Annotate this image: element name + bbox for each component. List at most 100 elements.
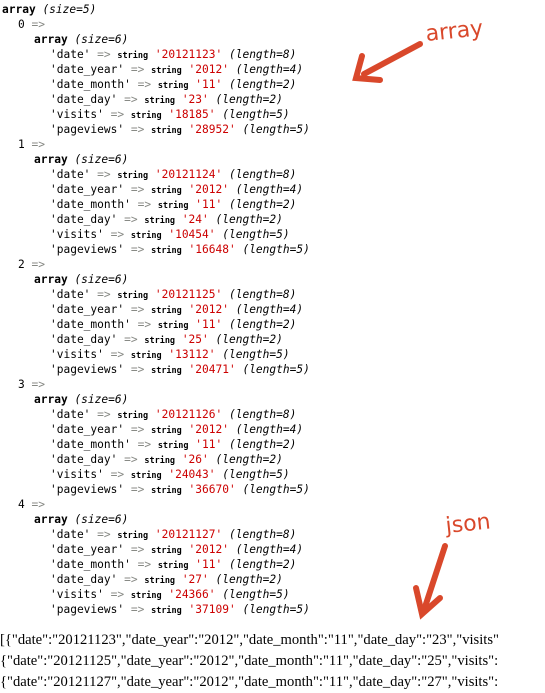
field-line: 'pageviews' => string '20471' (length=5) — [2, 362, 310, 377]
field-length: (length=8) — [228, 288, 297, 301]
field-value: '13112' — [168, 348, 216, 361]
array-size: (size=5) — [42, 3, 97, 16]
field-line: 'date_year' => string '2012' (length=4) — [2, 422, 310, 437]
field-value: '20121123' — [154, 48, 223, 61]
field-value: '37109' — [188, 603, 236, 616]
field-value: '20121124' — [154, 168, 223, 181]
field-value: '24' — [181, 213, 209, 226]
field-key: 'date_year' — [50, 303, 125, 316]
field-type: string — [117, 291, 149, 301]
field-line: 'visits' => string '18185' (length=5) — [2, 107, 310, 122]
field-value: '20121125' — [154, 288, 223, 301]
nested-array-header: array (size=6) — [2, 512, 310, 527]
field-key: 'pageviews' — [50, 363, 125, 376]
field-line: 'date_month' => string '11' (length=2) — [2, 197, 310, 212]
field-key: 'visits' — [50, 468, 104, 481]
field-operator: => — [110, 588, 125, 601]
field-operator: => — [97, 288, 111, 301]
json-line: {"date":"20121127","date_year":"2012","d… — [0, 674, 499, 690]
field-key: 'pageviews' — [50, 243, 125, 256]
field-type: string — [130, 111, 162, 121]
field-line: 'date_day' => string '25' (length=2) — [2, 332, 310, 347]
field-length: (length=8) — [228, 48, 297, 61]
array-keyword: array — [34, 393, 68, 406]
field-type: string — [130, 591, 162, 601]
field-type: string — [117, 531, 149, 541]
field-type: string — [151, 66, 182, 76]
field-length: (length=8) — [228, 528, 297, 541]
array-size: (size=6) — [74, 153, 129, 166]
field-length: (length=5) — [222, 588, 290, 601]
field-line: 'date_month' => string '11' (length=2) — [2, 557, 310, 572]
field-key: 'date_month' — [50, 78, 131, 91]
field-type: string — [151, 546, 182, 556]
field-type: string — [157, 81, 189, 91]
field-line: 'visits' => string '13112' (length=5) — [2, 347, 310, 362]
field-line: 'date_year' => string '2012' (length=4) — [2, 302, 310, 317]
array-size: (size=6) — [74, 33, 129, 46]
field-operator: => — [130, 123, 145, 136]
field-key: 'date_day' — [50, 573, 118, 586]
json-line: [{"date":"20121123","date_year":"2012","… — [0, 632, 499, 648]
field-type: string — [151, 366, 182, 376]
field-key: 'date_day' — [50, 213, 118, 226]
array-index-line: 3 => — [2, 377, 310, 392]
field-key: 'pageviews' — [50, 483, 125, 496]
field-line: 'pageviews' => string '36670' (length=5) — [2, 482, 310, 497]
array-index: 3 — [18, 378, 25, 391]
field-key: 'date_month' — [50, 198, 131, 211]
field-type: string — [144, 336, 176, 346]
field-operator: => — [124, 213, 138, 226]
field-type: string — [130, 471, 162, 481]
field-length: (length=2) — [215, 93, 283, 106]
field-key: 'date' — [50, 288, 91, 301]
field-length: (length=5) — [242, 483, 310, 496]
field-value: '24366' — [168, 588, 216, 601]
field-key: 'visits' — [50, 108, 104, 121]
field-type: string — [130, 231, 162, 241]
field-key: 'date' — [50, 48, 91, 61]
field-type: string — [151, 306, 182, 316]
field-value: '2012' — [188, 543, 229, 556]
field-line: 'date_day' => string '24' (length=2) — [2, 212, 310, 227]
array-size: (size=6) — [74, 513, 129, 526]
annotation-json-label: json — [444, 509, 492, 539]
array-keyword: array — [34, 33, 68, 46]
field-length: (length=2) — [228, 438, 297, 451]
field-key: 'date_day' — [50, 333, 118, 346]
field-value: '20121127' — [154, 528, 223, 541]
nested-array-header: array (size=6) — [2, 272, 310, 287]
field-key: 'date_year' — [50, 543, 125, 556]
field-value: '2012' — [188, 303, 229, 316]
field-length: (length=5) — [222, 108, 290, 121]
nested-array-header: array (size=6) — [2, 392, 310, 407]
field-type: string — [151, 606, 182, 616]
field-value: '2012' — [188, 183, 229, 196]
field-operator: => — [97, 408, 111, 421]
field-operator: => — [97, 168, 111, 181]
array-operator: => — [31, 138, 45, 151]
field-value: '18185' — [168, 108, 216, 121]
field-key: 'date_month' — [50, 558, 131, 571]
field-operator: => — [124, 453, 138, 466]
array-index: 2 — [18, 258, 25, 271]
field-operator: => — [130, 243, 145, 256]
field-value: '20121126' — [154, 408, 223, 421]
field-type: string — [157, 561, 189, 571]
field-type: string — [144, 576, 176, 586]
var-dump-output: array (size=5) 0 => array (size=6)'date' … — [2, 2, 310, 617]
field-operator: => — [124, 573, 138, 586]
field-length: (length=2) — [215, 573, 283, 586]
field-length: (length=5) — [222, 228, 290, 241]
field-type: string — [117, 51, 149, 61]
array-index: 4 — [18, 498, 25, 511]
field-value: '11' — [195, 198, 223, 211]
field-line: 'date' => string '20121123' (length=8) — [2, 47, 310, 62]
field-operator: => — [110, 348, 125, 361]
field-line: 'date' => string '20121126' (length=8) — [2, 407, 310, 422]
field-line: 'pageviews' => string '28952' (length=5) — [2, 122, 310, 137]
field-length: (length=4) — [235, 543, 304, 556]
field-value: '25' — [181, 333, 209, 346]
field-operator: => — [137, 438, 152, 451]
field-line: 'date_day' => string '27' (length=2) — [2, 572, 310, 587]
